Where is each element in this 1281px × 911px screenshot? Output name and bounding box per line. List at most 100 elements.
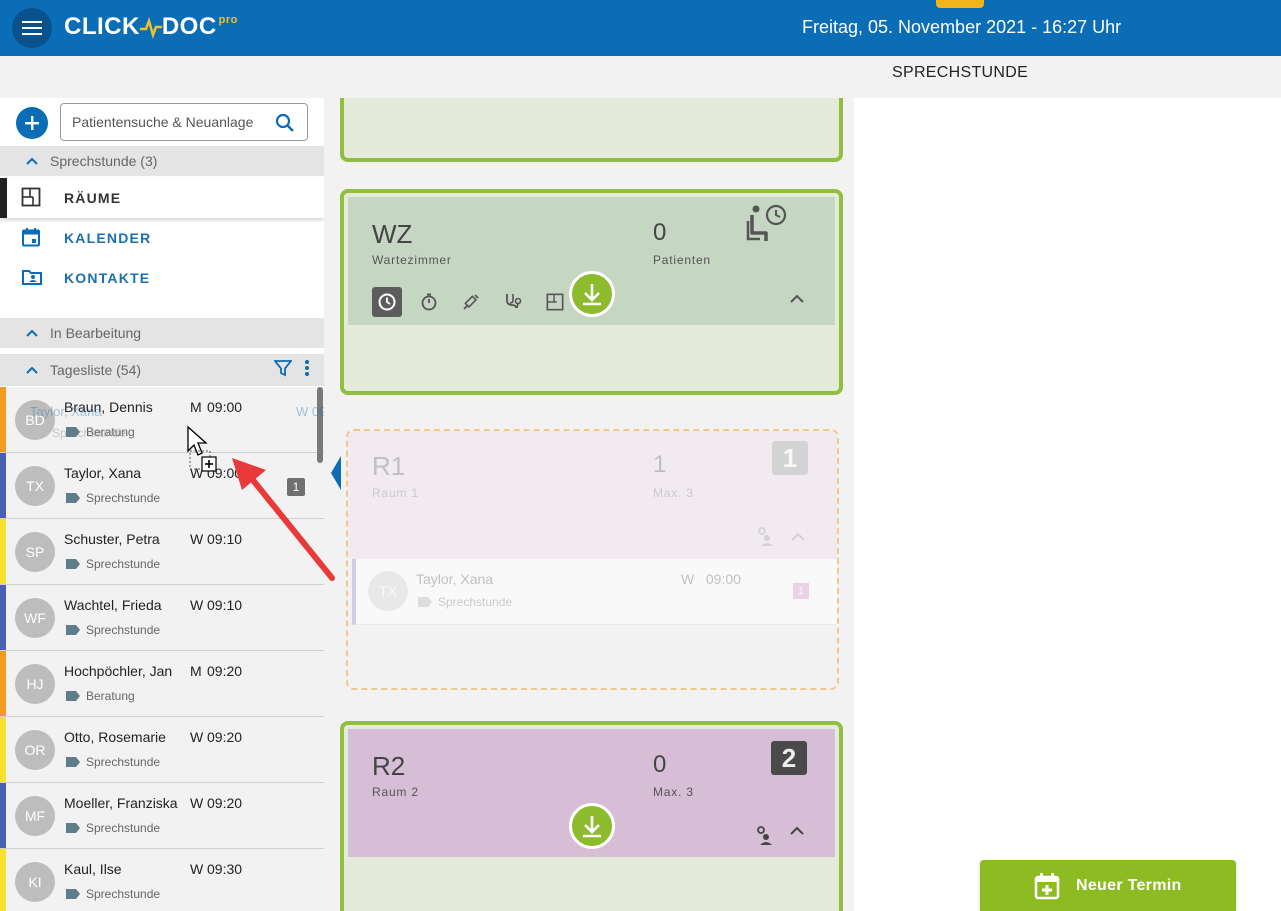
visitor-icon[interactable] — [753, 825, 775, 845]
avatar: OR — [15, 730, 55, 770]
search-input[interactable] — [61, 104, 261, 140]
stethoscope-icon[interactable] — [498, 287, 528, 317]
more-vert-icon[interactable] — [304, 359, 310, 377]
chevron-up-icon — [26, 329, 38, 337]
appointment-tag: Sprechstunde — [66, 887, 160, 901]
scrollbar[interactable] — [317, 387, 323, 463]
patient-name: Wachtel, Frieda — [64, 597, 162, 613]
appointment-tag: Sprechstunde — [66, 821, 160, 835]
patient-name: Otto, Rosemarie — [64, 729, 166, 745]
drop-target-icon[interactable] — [569, 271, 615, 317]
logo-text: CLICK — [64, 13, 140, 40]
waiting-room-icon — [746, 204, 787, 241]
tag-icon — [66, 625, 80, 635]
patient-row[interactable]: WF Wachtel, Frieda Sprechstunde W 09:10 — [0, 585, 324, 651]
section-in-bearbeitung[interactable]: In Bearbeitung — [0, 318, 324, 348]
appointment-tag: Sprechstunde — [66, 755, 160, 769]
tag-icon — [66, 823, 80, 833]
appointment-tag: Beratung — [66, 425, 135, 439]
room-code: WZ — [372, 219, 413, 249]
clock-icon[interactable] — [372, 287, 402, 317]
patient-name: Hochpöchler, Jan — [64, 663, 173, 679]
add-patient-button[interactable] — [16, 107, 48, 139]
appointment-time: 09:30 — [207, 861, 243, 877]
patient-name: Schuster, Petra — [64, 531, 160, 547]
sidebar-collapse-handle[interactable] — [331, 456, 341, 490]
patient-row[interactable]: KI Kaul, Ilse Sprechstunde W 09:30 — [0, 849, 324, 911]
count-label: Max. 3 — [653, 486, 694, 500]
patient-row[interactable]: BD Braun, Dennis Beratung M 09:00 — [0, 387, 324, 453]
gender-marker: W — [190, 795, 204, 811]
plus-icon — [25, 116, 39, 130]
drop-target-icon[interactable] — [569, 803, 615, 849]
appointment-tag: Sprechstunde — [418, 595, 512, 609]
patient-row[interactable]: MF Moeller, Franziska Sprechstunde W 09:20 — [0, 783, 324, 849]
tag-label: Beratung — [86, 425, 135, 439]
room-badge: 1 — [287, 478, 305, 496]
search-icon[interactable] — [275, 113, 295, 138]
gender-marker: W — [190, 861, 204, 877]
appointment-time: 09:20 — [207, 795, 243, 811]
chevron-up-icon — [26, 366, 38, 374]
patient-search — [60, 103, 308, 141]
chevron-up-icon — [791, 532, 805, 541]
section-sprechstunde[interactable]: Sprechstunde (3) — [0, 146, 324, 176]
gender-marker: W — [190, 729, 204, 745]
patient-name: Moeller, Franziska — [64, 795, 178, 811]
avatar: TX — [368, 571, 408, 611]
nav-item-kalender[interactable]: KALENDER — [0, 218, 324, 258]
tag-icon — [66, 757, 80, 767]
room-name: Raum 2 — [372, 785, 419, 799]
room-card-partial[interactable] — [340, 98, 843, 162]
filter-icon[interactable] — [274, 359, 292, 377]
avatar: BD — [15, 400, 55, 440]
notification-tab[interactable] — [936, 0, 984, 8]
room-code: R1 — [372, 451, 406, 481]
tag-label: Sprechstunde — [86, 623, 161, 637]
appointment-tag: Beratung — [66, 689, 135, 703]
section-label: In Bearbeitung — [50, 325, 142, 341]
new-appointment-button[interactable]: Neuer Termin — [980, 860, 1236, 911]
appointment-time: 09:20 — [207, 729, 243, 745]
appointment-type-bar — [0, 651, 6, 716]
calendar-add-icon — [1034, 872, 1060, 900]
count-label: Max. 3 — [653, 785, 694, 799]
gender-marker: W — [190, 531, 204, 547]
stopwatch-icon[interactable] — [414, 287, 444, 317]
tag-label: Sprechstunde — [86, 821, 161, 835]
calendar-icon — [21, 227, 41, 247]
chevron-up-icon[interactable] — [790, 826, 804, 835]
floorplan-icon[interactable] — [540, 287, 570, 317]
visitor-icon — [758, 527, 773, 546]
syringe-icon[interactable] — [456, 287, 486, 317]
count-label: Patienten — [653, 253, 711, 267]
tag-label: Sprechstunde — [86, 491, 161, 505]
tag-label: Sprechstunde — [86, 557, 161, 571]
section-tagesliste[interactable]: Tagesliste (54) — [0, 354, 324, 386]
room-filter-icons — [372, 287, 570, 317]
patient-row[interactable]: TX Taylor, Xana Sprechstunde W 09:00 1 — [0, 453, 324, 519]
patient-row[interactable]: OR Otto, Rosemarie Sprechstunde W 09:20 — [0, 717, 324, 783]
appointment-time: 09:10 — [207, 531, 243, 547]
status-badge: 1 — [793, 583, 809, 599]
room-number-badge: 2 — [771, 741, 807, 775]
tag-icon — [66, 889, 80, 899]
appointment-type-bar — [0, 783, 6, 848]
gender-marker: M — [190, 399, 202, 415]
avatar: WF — [15, 598, 55, 638]
contacts-icon — [21, 267, 43, 287]
appointment-type-bar — [0, 849, 6, 911]
appointment-time: 09:20 — [207, 663, 243, 679]
menu-button[interactable] — [12, 8, 52, 48]
section-label: Tagesliste (54) — [50, 362, 142, 378]
nav-item-raeume[interactable]: RÄUME — [0, 178, 324, 218]
patient-count: 0 — [653, 751, 667, 778]
patient-row[interactable]: HJ Hochpöchler, Jan Beratung M 09:20 — [0, 651, 324, 717]
section-label: Sprechstunde (3) — [50, 153, 158, 169]
rooms-area: WZ Wartezimmer 0 Patienten R1 Raum 1 1 M… — [324, 98, 1281, 911]
chevron-up-icon[interactable] — [790, 294, 804, 303]
nav-item-kontakte[interactable]: KONTAKTE — [0, 258, 324, 298]
room-card-r1-drop-preview[interactable]: R1 Raum 1 1 Max. 3 1 TX Taylor, Xana Spr… — [346, 429, 839, 690]
tag-icon — [66, 427, 80, 437]
patient-row[interactable]: SP Schuster, Petra Sprechstunde W 09:10 — [0, 519, 324, 585]
